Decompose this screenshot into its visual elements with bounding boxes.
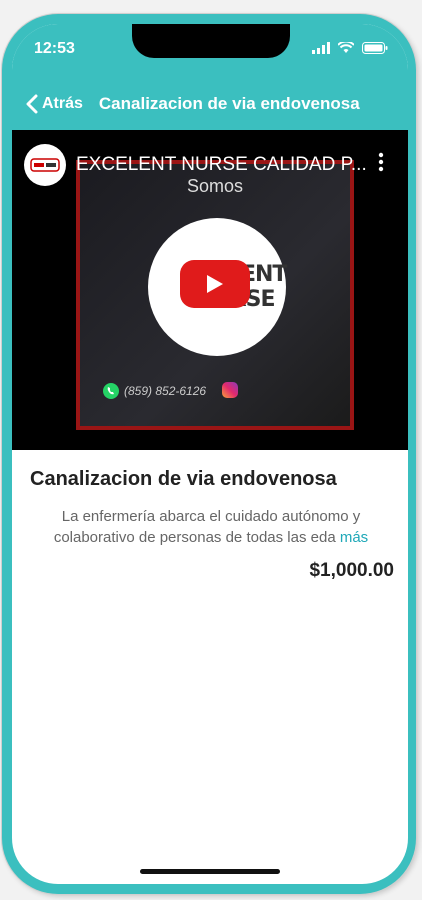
navigation-bar: Atrás Canalizacion de via endovenosa — [12, 86, 408, 122]
nurse-logo-icon — [30, 158, 60, 172]
video-thumbnail: Somos XCELENT NURSE (859) 852-6126 — [76, 160, 354, 430]
contact-row: (859) 852-6126 — [102, 382, 206, 400]
back-button[interactable]: Atrás — [26, 94, 83, 114]
page-title: Canalizacion de via endovenosa — [98, 94, 360, 113]
status-icons — [312, 42, 388, 54]
status-time: 12:53 — [34, 40, 75, 57]
video-player[interactable]: Somos XCELENT NURSE (859) 852-6126 — [12, 130, 408, 450]
signal-icon — [312, 42, 330, 54]
wifi-icon — [338, 42, 354, 53]
product-title: Canalizacion de via endovenosa — [30, 468, 337, 490]
more-link[interactable]: más — [340, 529, 368, 546]
channel-avatar[interactable] — [24, 144, 66, 186]
notch — [132, 24, 290, 58]
app-screen: 12:53 Atrás Canalizacion de via endoveno… — [12, 24, 408, 884]
instagram-icon — [222, 382, 238, 398]
description-text: La enfermería abarca el cuidado autónomo… — [53, 508, 361, 546]
channel-header: EXCELENT NURSE CALIDAD P... — [24, 144, 367, 186]
play-button[interactable] — [180, 260, 250, 308]
product-description: La enfermería abarca el cuidado autónomo… — [30, 506, 392, 548]
phone-frame: 12:53 Atrás Canalizacion de via endoveno… — [2, 14, 416, 894]
contact-phone: (859) 852-6126 — [124, 384, 207, 398]
whatsapp-icon — [103, 383, 119, 399]
video-title[interactable]: EXCELENT NURSE CALIDAD P... — [76, 154, 367, 176]
home-indicator[interactable] — [140, 869, 280, 874]
play-icon — [207, 275, 223, 293]
product-price: $1,000.00 — [309, 560, 394, 581]
chevron-left-icon — [26, 94, 38, 114]
more-options-icon[interactable] — [378, 152, 384, 172]
back-label: Atrás — [42, 95, 83, 112]
top-bar: 12:53 Atrás Canalizacion de via endoveno… — [12, 24, 408, 130]
battery-icon — [362, 42, 388, 54]
